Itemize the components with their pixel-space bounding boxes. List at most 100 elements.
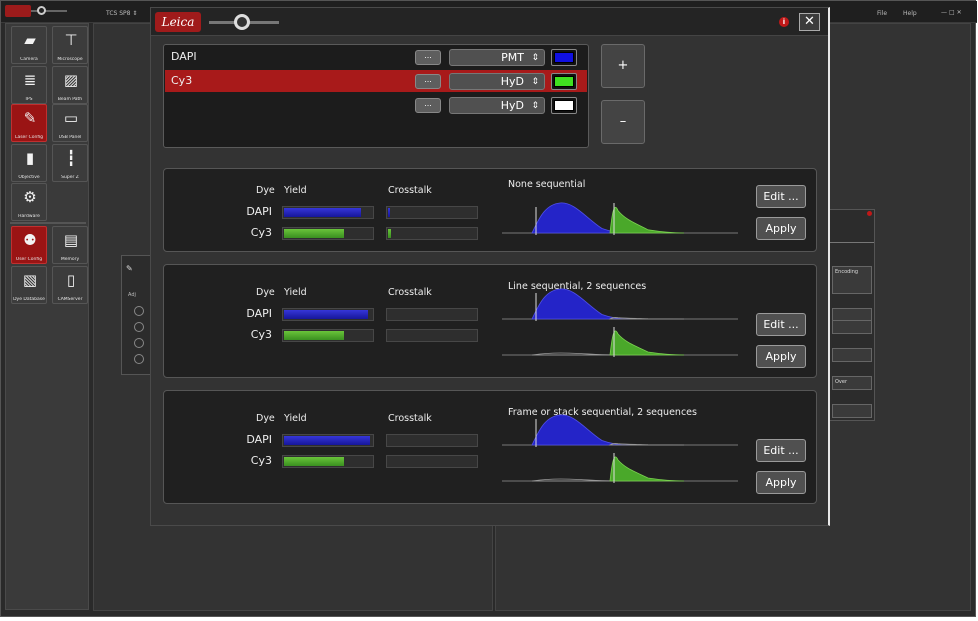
yield-bar-fill (284, 331, 344, 340)
encoding-field[interactable]: Encoding (832, 266, 872, 294)
yield-bar-fill (284, 436, 370, 445)
dye-column-header: Dye (256, 287, 275, 298)
spectrum-chart (502, 414, 738, 483)
color-swatch-button[interactable] (551, 73, 577, 90)
remove-dye-button[interactable]: – (601, 100, 645, 144)
yield-column-header: Yield (284, 413, 307, 424)
dye-list: DAPI... PMT ⇕ Cy3... HyD ⇕... HyD ⇕ (163, 44, 589, 148)
dye-column-header: Dye (256, 185, 275, 196)
sidebar-separator (10, 222, 86, 224)
sidebar-tile-label: Super Z (61, 175, 79, 180)
detector-select[interactable]: HyD ⇕ (449, 97, 545, 114)
sidebar-tile-memory[interactable]: ▤ Memory (52, 226, 88, 264)
apply-button[interactable]: Apply (756, 217, 806, 240)
detector-value: HyD (500, 99, 524, 112)
dye-options-button[interactable]: ... (415, 50, 441, 65)
settings-field[interactable] (832, 320, 872, 334)
top-slider-knob[interactable] (37, 6, 46, 15)
crosstalk-column-header: Crosstalk (388, 185, 432, 196)
leica-logo-small (5, 5, 31, 17)
dye-row[interactable]: ... HyD ⇕ (165, 94, 587, 116)
sidebar-tile-label: Dye Database (13, 297, 45, 302)
sidebar-tile-super-z[interactable]: ┇ Super Z (52, 144, 88, 182)
cy3-ghost-curve (608, 316, 685, 320)
sequence-panel: Dye Yield Crosstalk DAPI Cy3 None sequential E… (163, 168, 817, 252)
yield-bar-track (282, 329, 374, 342)
background-tool-panel: ✎ Adj (121, 255, 153, 375)
add-dye-button[interactable]: + (601, 44, 645, 88)
settings-field[interactable] (832, 404, 872, 418)
sidebar-tile-hardware[interactable]: ⚙ Hardware (11, 183, 47, 221)
cy3-emission-curve (609, 456, 685, 482)
color-swatch-button[interactable] (551, 49, 577, 66)
panel-close-icon[interactable] (867, 211, 872, 216)
dye-row-label: Cy3 (250, 226, 272, 239)
radio-circle-icon[interactable] (134, 354, 144, 364)
sidebar-tile-label: Hardware (18, 214, 40, 219)
sidebar-tile-camserver[interactable]: ▯ CAMServer (52, 266, 88, 304)
sidebar-tile-laser-config[interactable]: ✎ Laser Config (11, 104, 47, 142)
background-settings-panel: Encoding Over (829, 209, 875, 421)
dye-options-button[interactable]: ... (415, 98, 441, 113)
sidebar-tile-microscope[interactable]: ⊤ Microscope (52, 26, 88, 64)
detector-value: PMT (501, 51, 524, 64)
spinner-updown-icon: ⇕ (531, 53, 539, 63)
dye-row[interactable]: DAPI... PMT ⇕ (165, 46, 587, 68)
detector-select[interactable]: HyD ⇕ (449, 73, 545, 90)
edit-button[interactable]: Edit ... (756, 185, 806, 208)
yield-bar-track (282, 206, 374, 219)
dye-name: Cy3 (171, 74, 193, 87)
sidebar-tile-beam-path[interactable]: ▨ Beam Path (52, 66, 88, 104)
color-swatch-button[interactable] (551, 97, 577, 114)
menu-file[interactable]: File (877, 10, 887, 17)
over-field[interactable]: Over (832, 376, 872, 390)
spinner-updown-icon: ⇕ (531, 101, 539, 111)
usb-panel-icon: ▭ (63, 108, 79, 127)
close-button[interactable]: ✕ (799, 13, 820, 31)
crosstalk-bar-fill (388, 208, 390, 217)
super-z-icon: ┇ (66, 148, 76, 167)
info-icon[interactable]: i (779, 17, 789, 27)
crosstalk-bar-track (386, 206, 478, 219)
crosstalk-bar-track (386, 455, 478, 468)
sidebar-tile-label: User Config (15, 257, 43, 262)
edit-button[interactable]: Edit ... (756, 439, 806, 462)
encoding-label: Encoding (835, 269, 859, 275)
yield-bar-track (282, 455, 374, 468)
detector-select[interactable]: PMT ⇕ (449, 49, 545, 66)
dye-row-label: Cy3 (250, 454, 272, 467)
dialog-slider-knob[interactable] (234, 14, 250, 30)
sidebar-tile-label: Memory (60, 257, 80, 262)
yield-bar-fill (284, 208, 361, 217)
radio-circle-icon[interactable] (134, 306, 144, 316)
yield-bar-fill (284, 457, 344, 466)
sidebar-tile-ips[interactable]: ≣ IPS (11, 66, 47, 104)
crosstalk-bar-track (386, 329, 478, 342)
radio-circle-icon[interactable] (134, 322, 144, 332)
apply-button[interactable]: Apply (756, 471, 806, 494)
menu-help[interactable]: Help (903, 10, 917, 17)
radio-circle-icon[interactable] (134, 338, 144, 348)
leica-logo: Leica (155, 12, 201, 32)
dye-options-button[interactable]: ... (415, 74, 441, 89)
instrument-selector[interactable]: TCS SP8 ⇕ (106, 10, 137, 17)
sidebar-tile-label: USB Panel (58, 135, 82, 140)
dye-row[interactable]: Cy3... HyD ⇕ (165, 70, 587, 92)
apply-button[interactable]: Apply (756, 345, 806, 368)
over-label: Over (835, 379, 848, 385)
sidebar-tile-objective[interactable]: ▮ Objective (11, 144, 47, 182)
hardware-sidebar: ▰ Camera ⊤ Microscope ≣ IPS ▨ Beam Path ✎ Laser C… (5, 23, 89, 610)
camserver-icon: ▯ (66, 270, 76, 289)
sidebar-tile-label: Camera (20, 57, 38, 62)
sidebar-tile-camera[interactable]: ▰ Camera (11, 26, 47, 64)
settings-field[interactable] (832, 348, 872, 362)
sidebar-tile-user-config[interactable]: ⚉ User Config (11, 226, 47, 264)
sidebar-tile-dye-database[interactable]: ▧ Dye Database (11, 266, 47, 304)
dye-row-label: DAPI (246, 205, 272, 218)
sidebar-tile-usb-panel[interactable]: ▭ USB Panel (52, 104, 88, 142)
color-swatch-fill (554, 76, 574, 87)
window-controls[interactable]: —□✕ (941, 9, 964, 16)
yield-bar-fill (284, 229, 344, 238)
camera-icon: ▰ (24, 30, 36, 49)
edit-button[interactable]: Edit ... (756, 313, 806, 336)
